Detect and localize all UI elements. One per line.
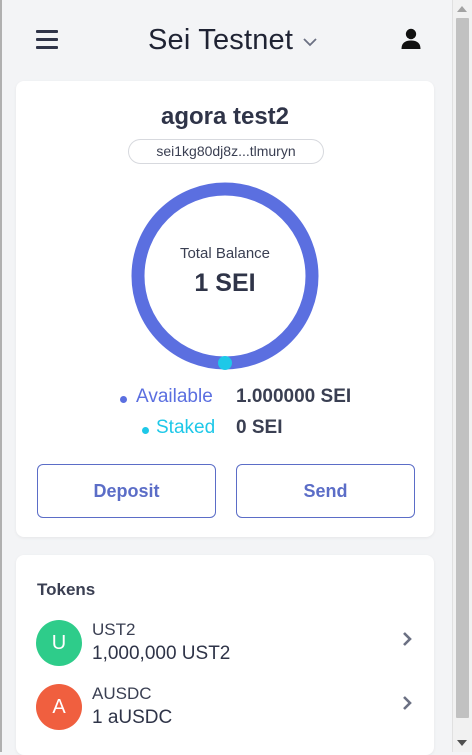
scrollbar[interactable] — [452, 0, 472, 752]
window-edge — [0, 0, 2, 752]
chevron-right-icon — [403, 696, 412, 710]
staked-row: Staked 0 SEI — [16, 417, 434, 441]
tokens-title: Tokens — [37, 580, 96, 599]
staked-dot — [142, 427, 149, 434]
tokens-card: Tokens U UST2 1,000,000 UST2 A AUSDC 1 a… — [16, 555, 434, 755]
hamburger-menu-icon[interactable] — [36, 30, 58, 49]
chevron-right-icon — [403, 632, 412, 646]
account-name: agora test2 — [160, 103, 290, 130]
address-pill[interactable]: sei1kg80dj8z...tlmuryn — [128, 139, 324, 164]
wallet-app: Sei Testnet agora test2 sei1kg80dj8z...t… — [0, 0, 452, 755]
token-symbol: UST2 — [92, 620, 136, 639]
network-selector[interactable]: Sei Testnet — [148, 20, 317, 60]
token-amount: 1,000,000 UST2 — [92, 643, 231, 664]
wallet-card: agora test2 sei1kg80dj8z...tlmuryn Total… — [16, 81, 434, 537]
token-avatar: U — [36, 620, 82, 666]
total-balance-value: 1 SEI — [194, 269, 256, 297]
staked-label: Staked — [156, 417, 216, 438]
scroll-thumb[interactable] — [456, 18, 469, 718]
token-amount: 1 aUSDC — [92, 707, 173, 728]
total-balance-label: Total Balance — [179, 245, 271, 262]
available-dot — [120, 396, 127, 403]
available-row: Available 1.000000 SEI — [16, 386, 434, 410]
scroll-down-arrow-icon[interactable] — [457, 740, 467, 746]
token-symbol: AUSDC — [92, 684, 152, 703]
token-avatar: A — [36, 684, 82, 730]
deposit-button[interactable]: Deposit — [37, 464, 216, 518]
scroll-up-arrow-icon[interactable] — [457, 6, 467, 12]
donut-staked-marker — [218, 356, 232, 370]
token-row-ausdc[interactable]: A AUSDC 1 aUSDC — [16, 679, 434, 735]
network-title: Sei Testnet — [148, 23, 294, 56]
available-label: Available — [136, 386, 213, 407]
staked-value: 0 SEI — [236, 417, 283, 438]
send-button[interactable]: Send — [236, 464, 415, 518]
chevron-down-icon — [303, 37, 317, 46]
header: Sei Testnet — [2, 0, 452, 80]
token-row-ust2[interactable]: U UST2 1,000,000 UST2 — [16, 615, 434, 671]
available-value: 1.000000 SEI — [236, 386, 352, 407]
user-icon[interactable] — [400, 28, 422, 50]
